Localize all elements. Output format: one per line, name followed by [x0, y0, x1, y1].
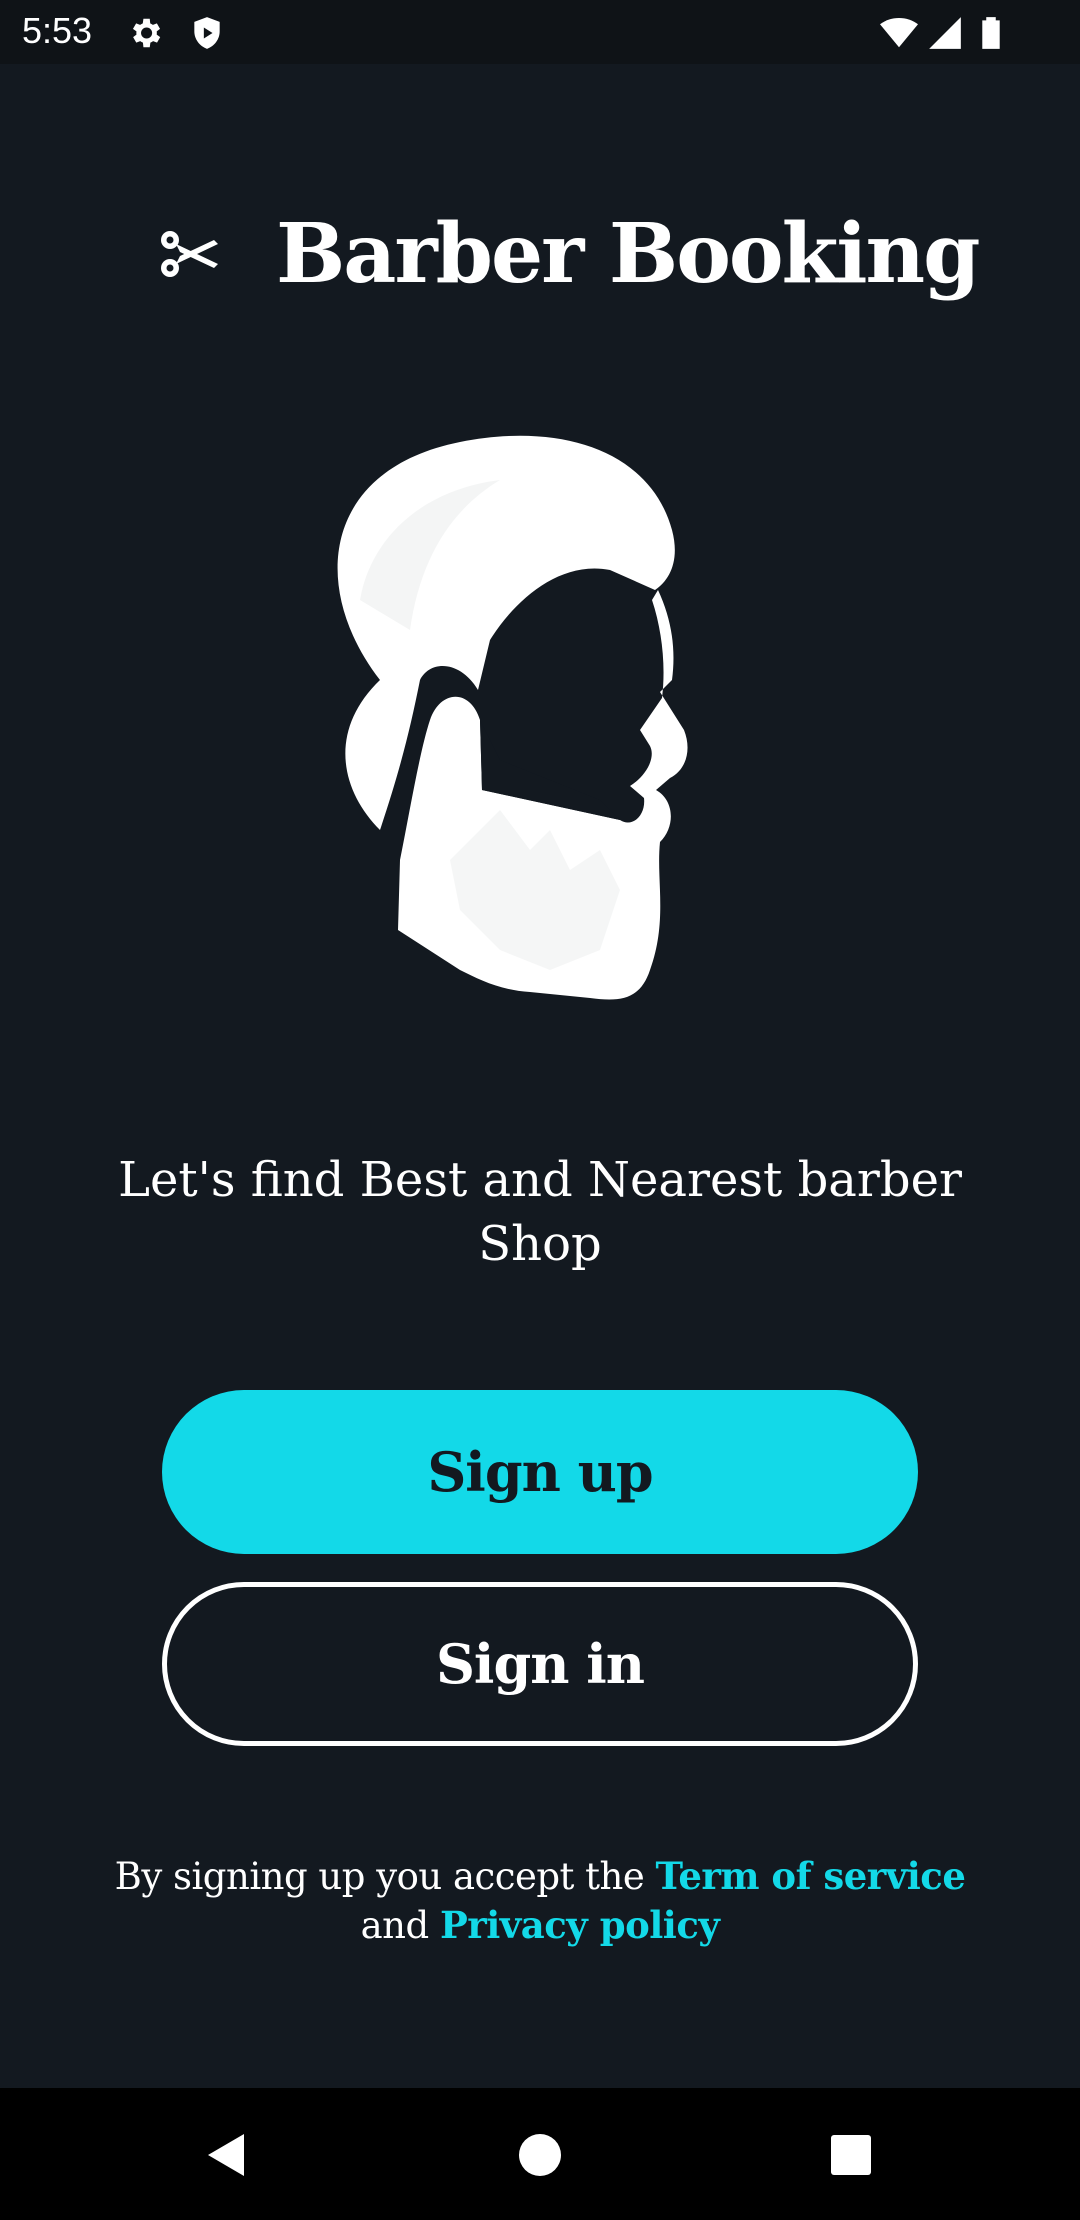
privacy-policy-link[interactable]: Privacy policy [440, 1903, 720, 1947]
sign-up-label: Sign up [427, 1440, 653, 1504]
sign-up-button[interactable]: Sign up [162, 1390, 918, 1554]
home-icon[interactable] [515, 2130, 565, 2180]
status-bar: 5:53 [0, 0, 1080, 64]
battery-icon [982, 17, 1000, 49]
sign-in-button[interactable]: Sign in [162, 1582, 918, 1746]
scissors-icon [161, 231, 218, 277]
app-title: Barber Booking [276, 206, 981, 302]
shield-icon [194, 17, 220, 49]
status-time: 5:53 [22, 10, 93, 51]
bearded-man-profile-icon [337, 435, 688, 1000]
recents-icon[interactable] [826, 2130, 876, 2180]
app-header: Barber Booking [0, 200, 1080, 310]
gear-icon [132, 18, 161, 48]
wifi-icon [880, 17, 918, 48]
tagline: Let's find Best and Nearest barber Shop [118, 1152, 962, 1272]
terms-conjunction: and [360, 1904, 430, 1947]
terms-prefix: By signing up you accept the [114, 1855, 645, 1898]
cell-signal-icon [929, 17, 961, 49]
terms-of-service-link[interactable]: Term of service [656, 1854, 966, 1898]
sign-in-label: Sign in [435, 1632, 645, 1696]
back-icon[interactable] [202, 2130, 252, 2180]
navigation-bar [0, 2088, 1080, 2220]
terms-notice: By signing up you accept the Term of ser… [60, 1852, 1020, 1950]
